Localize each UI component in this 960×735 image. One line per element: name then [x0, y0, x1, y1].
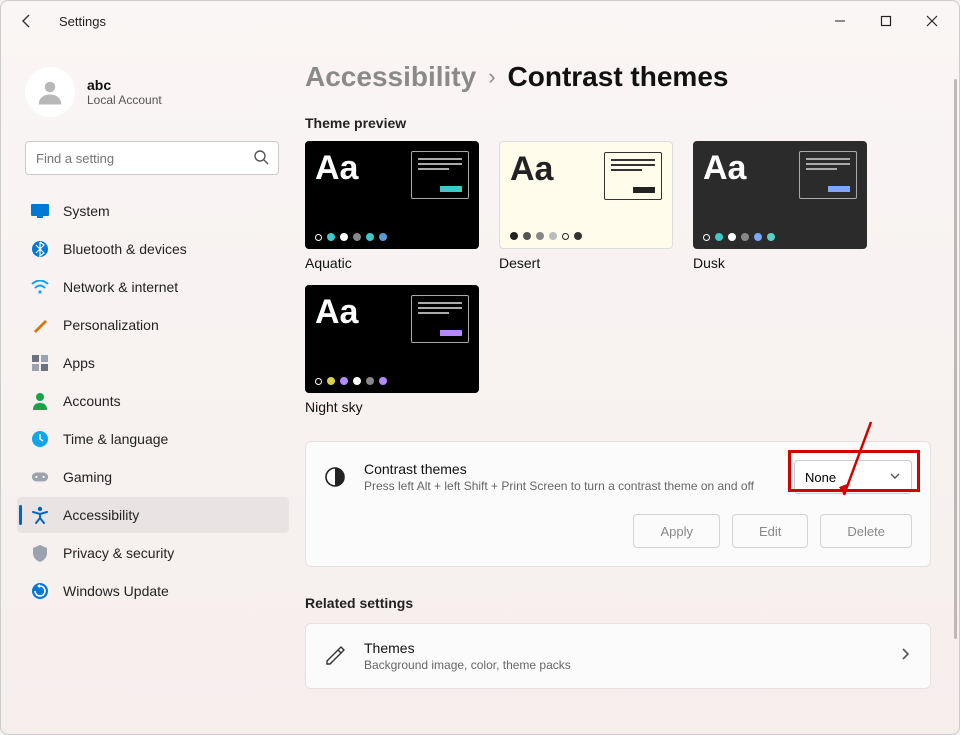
nav-network[interactable]: Network & internet	[17, 269, 289, 305]
delete-button[interactable]: Delete	[820, 514, 912, 548]
user-block[interactable]: abc Local Account	[17, 53, 289, 137]
nav-label: Windows Update	[63, 583, 169, 599]
contrast-title: Contrast themes	[364, 461, 776, 477]
theme-preview-label: Theme preview	[305, 115, 931, 131]
nav-label: Bluetooth & devices	[63, 241, 187, 257]
theme-dusk[interactable]: Aa	[693, 141, 867, 249]
nav-label: Personalization	[63, 317, 159, 333]
avatar	[25, 67, 75, 117]
nav-label: System	[63, 203, 110, 219]
user-sub: Local Account	[87, 93, 162, 107]
nav-label: Accounts	[63, 393, 121, 409]
search-icon	[253, 149, 269, 170]
nav-label: Apps	[63, 355, 95, 371]
close-button[interactable]	[909, 5, 955, 37]
gamepad-icon	[31, 468, 49, 486]
contrast-themes-card: Contrast themes Press left Alt + left Sh…	[305, 441, 931, 567]
edit-button[interactable]: Edit	[732, 514, 808, 548]
nav-system[interactable]: System	[17, 193, 289, 229]
nav-apps[interactable]: Apps	[17, 345, 289, 381]
contrast-desc: Press left Alt + left Shift + Print Scre…	[364, 479, 776, 493]
related-settings-label: Related settings	[305, 595, 931, 611]
accessibility-icon	[31, 506, 49, 524]
theme-label: Dusk	[693, 255, 873, 271]
themes-icon	[324, 643, 346, 670]
nav-personalization[interactable]: Personalization	[17, 307, 289, 343]
apps-icon	[31, 354, 49, 372]
shield-icon	[31, 544, 49, 562]
app-title: Settings	[59, 14, 106, 29]
select-value: None	[805, 470, 836, 485]
maximize-button[interactable]	[863, 5, 909, 37]
nav-label: Network & internet	[63, 279, 178, 295]
bluetooth-icon	[31, 240, 49, 258]
globe-clock-icon	[31, 430, 49, 448]
apply-button[interactable]: Apply	[633, 514, 720, 548]
nav-privacy[interactable]: Privacy & security	[17, 535, 289, 571]
breadcrumb-parent[interactable]: Accessibility	[305, 61, 476, 93]
nav-time[interactable]: Time & language	[17, 421, 289, 457]
contrast-icon	[324, 466, 346, 488]
related-desc: Background image, color, theme packs	[364, 658, 571, 672]
nav-label: Gaming	[63, 469, 112, 485]
nav-update[interactable]: Windows Update	[17, 573, 289, 609]
back-button[interactable]	[13, 7, 41, 35]
person-icon	[31, 392, 49, 410]
minimize-button[interactable]	[817, 5, 863, 37]
scrollbar[interactable]	[954, 79, 957, 639]
theme-aquatic[interactable]: Aa	[305, 141, 479, 249]
breadcrumb: Accessibility › Contrast themes	[305, 61, 931, 93]
theme-label: Desert	[499, 255, 679, 271]
theme-nightsky[interactable]: Aa	[305, 285, 479, 393]
chevron-right-icon: ›	[488, 64, 495, 90]
nav-gaming[interactable]: Gaming	[17, 459, 289, 495]
page-title: Contrast themes	[508, 61, 729, 93]
nav-label: Privacy & security	[63, 545, 174, 561]
wifi-icon	[31, 278, 49, 296]
nav-accessibility[interactable]: Accessibility	[17, 497, 289, 533]
related-themes[interactable]: Themes Background image, color, theme pa…	[305, 623, 931, 689]
search-input[interactable]	[25, 141, 279, 175]
nav-label: Accessibility	[63, 507, 139, 523]
user-name: abc	[87, 77, 162, 93]
display-icon	[31, 202, 49, 220]
theme-label: Night sky	[305, 399, 485, 415]
theme-label: Aquatic	[305, 255, 485, 271]
brush-icon	[31, 316, 49, 334]
theme-desert[interactable]: Aa	[499, 141, 673, 249]
update-icon	[31, 582, 49, 600]
chevron-down-icon	[889, 470, 901, 485]
nav-bluetooth[interactable]: Bluetooth & devices	[17, 231, 289, 267]
nav-label: Time & language	[63, 431, 168, 447]
chevron-right-icon	[898, 647, 912, 666]
nav-accounts[interactable]: Accounts	[17, 383, 289, 419]
related-title: Themes	[364, 640, 571, 656]
contrast-theme-select[interactable]: None	[794, 460, 912, 494]
